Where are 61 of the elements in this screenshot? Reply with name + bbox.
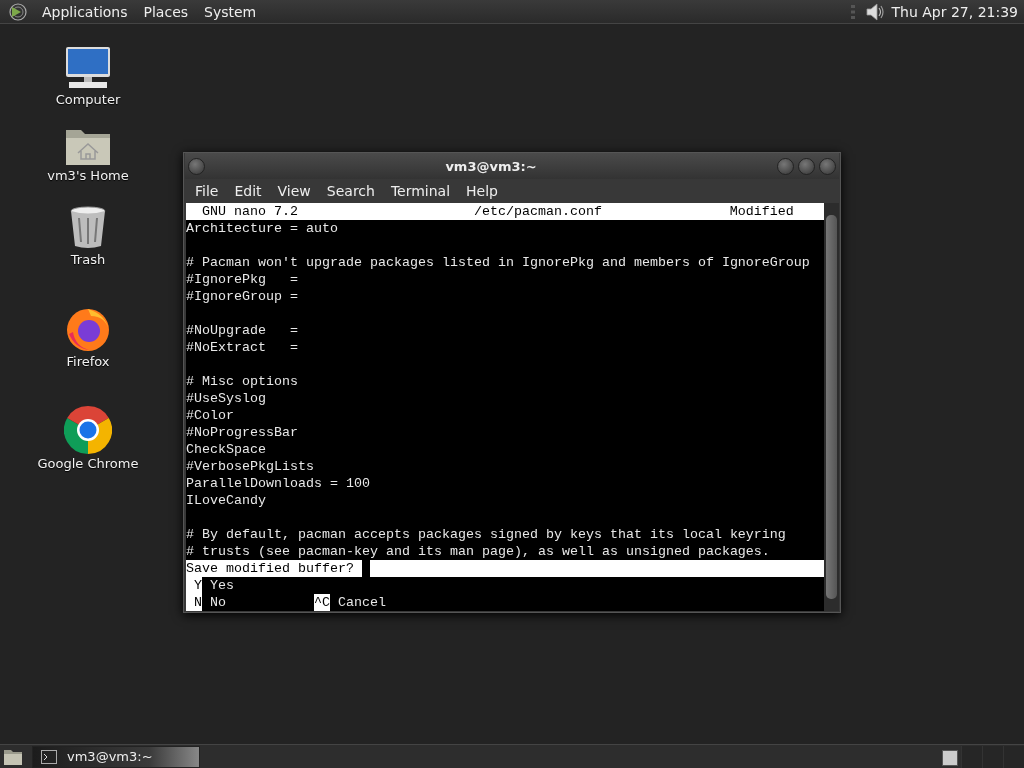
- panel-menu[interactable]: System: [196, 3, 265, 20]
- file-name: /etc/pacman.conf: [473, 203, 603, 220]
- menu-item[interactable]: Terminal: [382, 183, 459, 199]
- shortcut-label: Yes: [209, 577, 234, 594]
- save-prompt: Save modified buffer?: [186, 560, 362, 577]
- workspace-switcher-cell[interactable]: [942, 749, 958, 766]
- config-line: #NoUpgrade =: [186, 323, 298, 338]
- monitor-icon[interactable]: [63, 46, 113, 90]
- panel-menu[interactable]: Applications: [34, 3, 136, 20]
- workspace-switcher-cell[interactable]: [1003, 745, 1024, 768]
- config-line: # trusts (see pacman-key and its man page), as well as unsigned packages.: [186, 544, 770, 559]
- shortcut-key: N: [186, 594, 202, 611]
- workspace-switcher-cell[interactable]: [961, 745, 982, 768]
- config-line: ILoveCandy: [186, 493, 266, 508]
- nano-version: GNU nano 7.2: [202, 203, 299, 220]
- panel-menu[interactable]: Places: [135, 3, 197, 20]
- config-line: #Color: [186, 408, 234, 423]
- config-line: #IgnorePkg =: [186, 272, 298, 287]
- config-line: #UseSyslog: [186, 391, 266, 406]
- shortcut-label: Cancel: [337, 594, 386, 611]
- firefox-icon[interactable]: [65, 306, 111, 352]
- config-line: CheckSpace: [186, 442, 266, 457]
- scrollbar-thumb[interactable]: [826, 215, 837, 599]
- shortcut-key: ^C: [313, 594, 330, 611]
- window-menu-button[interactable]: [188, 157, 205, 175]
- taskbar-task-button[interactable]: vm3@vm3:~: [32, 745, 200, 768]
- desktop-icon-label[interactable]: vm3's Home: [47, 168, 129, 183]
- shortcut-label: No: [209, 594, 226, 611]
- desktop-icon-label[interactable]: Computer: [55, 92, 121, 107]
- close-button[interactable]: [819, 157, 836, 175]
- maximize-button[interactable]: [798, 157, 815, 175]
- config-line: # By default, pacman accepts packages signed by keys that its local keyring: [186, 527, 786, 542]
- config-line: Architecture = auto: [186, 221, 338, 236]
- modified-status: Modified: [729, 203, 794, 220]
- menu-item[interactable]: File: [187, 183, 227, 199]
- clock[interactable]: Thu Apr 27, 21:39: [891, 3, 1020, 20]
- trash-icon[interactable]: [69, 206, 107, 250]
- config-line: # Misc options: [186, 374, 298, 389]
- menu-item[interactable]: Edit: [226, 183, 270, 199]
- shortcut-key: Y: [186, 577, 202, 594]
- chrome-icon[interactable]: [64, 406, 112, 454]
- menu-item[interactable]: View: [269, 183, 319, 199]
- config-line: #IgnoreGroup =: [186, 289, 298, 304]
- prompt-input-field[interactable]: [369, 560, 825, 577]
- desktop-icon-label[interactable]: Firefox: [66, 354, 110, 369]
- config-line: #NoExtract =: [186, 340, 298, 355]
- spiral-logo-icon[interactable]: [8, 1, 28, 22]
- config-line: #NoProgressBar: [186, 425, 298, 440]
- config-line: # Pacman won't upgrade packages listed in IgnorePkg and members of IgnoreGroup: [186, 255, 810, 270]
- window-title: vm3@vm3:~: [444, 158, 538, 174]
- menu-item[interactable]: Search: [318, 183, 383, 199]
- config-line: #VerbosePkgLists: [186, 459, 314, 474]
- minimize-button[interactable]: [777, 157, 794, 175]
- desktop-icon-label[interactable]: Google Chrome: [37, 456, 139, 471]
- speaker-icon[interactable]: [863, 0, 886, 23]
- desktop-icon-label[interactable]: Trash: [70, 252, 106, 267]
- terminal-icon: [41, 749, 57, 764]
- menu-item[interactable]: Help: [458, 183, 506, 199]
- config-line: ParallelDownloads = 100: [186, 476, 370, 491]
- workspace-switcher-cell[interactable]: [982, 745, 1003, 768]
- scrollbar[interactable]: [824, 203, 839, 611]
